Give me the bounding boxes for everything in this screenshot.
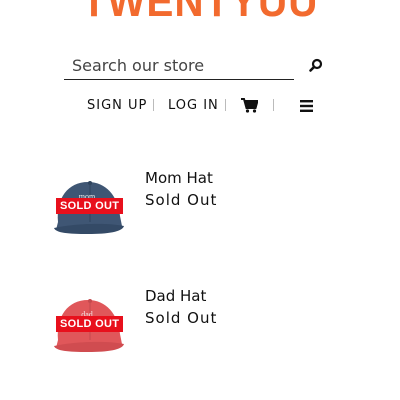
search-button[interactable] [304, 54, 328, 78]
product-image[interactable]: dad SOLD OUT [50, 296, 126, 356]
hamburger-menu-icon [300, 100, 313, 112]
sold-out-badge: SOLD OUT [56, 316, 124, 332]
product-card[interactable]: dad SOLD OUT Dad Hat Sold Out [50, 287, 370, 366]
product-card[interactable]: mom SOLD OUT Mom Hat Sold Out [50, 169, 370, 248]
cart-icon [241, 98, 259, 113]
search-bar [64, 52, 328, 82]
sign-up-link[interactable]: SIGN UP [87, 96, 147, 116]
sold-out-badge: SOLD OUT [56, 198, 124, 214]
product-name[interactable]: Mom Hat [145, 169, 213, 187]
account-nav: SIGN UP LOG IN [0, 96, 400, 116]
product-image[interactable]: mom SOLD OUT [50, 178, 126, 238]
product-status: Sold Out [145, 309, 218, 327]
nav-divider [153, 99, 154, 111]
search-input[interactable] [64, 52, 294, 80]
nav-divider [273, 99, 274, 111]
nav-divider [225, 99, 226, 111]
product-name[interactable]: Dad Hat [145, 287, 206, 305]
cart-button[interactable] [241, 98, 259, 120]
product-status: Sold Out [145, 191, 218, 209]
log-in-link[interactable]: LOG IN [168, 96, 219, 116]
menu-button[interactable] [300, 99, 313, 119]
store-logo[interactable]: TWENTYUU [16, 0, 384, 24]
search-icon [309, 58, 323, 72]
